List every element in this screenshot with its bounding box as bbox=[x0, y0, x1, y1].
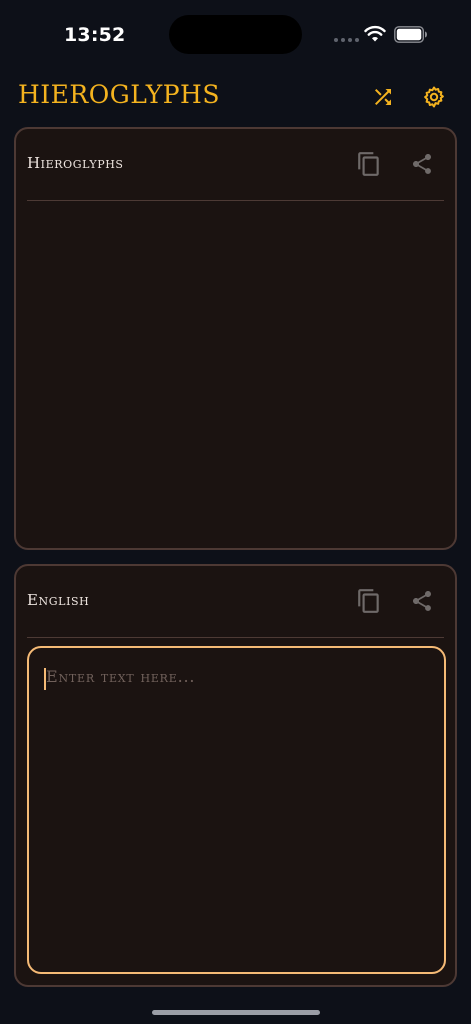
hieroglyphs-panel-header: Hieroglyphs bbox=[16, 129, 455, 201]
english-panel-header: English bbox=[16, 566, 455, 638]
cellular-signal-icon bbox=[334, 38, 359, 42]
share-icon bbox=[413, 154, 431, 174]
home-indicator[interactable] bbox=[152, 1010, 320, 1015]
hieroglyphs-panel: Hieroglyphs bbox=[14, 127, 457, 550]
panel-divider bbox=[27, 637, 444, 638]
hieroglyphs-label: Hieroglyphs bbox=[27, 154, 124, 172]
input-placeholder: Enter text here... bbox=[46, 667, 196, 686]
status-time: 13:52 bbox=[64, 24, 126, 46]
shuffle-icon bbox=[375, 89, 391, 105]
app-title: HIEROGLYPHS bbox=[18, 80, 220, 109]
status-bar: 13:52 bbox=[0, 0, 471, 70]
panel-divider bbox=[27, 200, 444, 201]
copy-icon bbox=[358, 152, 379, 176]
english-label: English bbox=[27, 591, 90, 609]
settings-button[interactable] bbox=[421, 84, 447, 110]
copy-icon bbox=[358, 589, 379, 613]
share-english-button[interactable] bbox=[407, 586, 437, 616]
app-header: HIEROGLYPHS bbox=[0, 74, 471, 120]
battery-icon bbox=[394, 26, 427, 43]
shuffle-button[interactable] bbox=[370, 84, 396, 110]
dynamic-island bbox=[169, 15, 302, 54]
share-icon bbox=[413, 591, 431, 611]
share-hieroglyphs-button[interactable] bbox=[407, 149, 437, 179]
app-screen: 13:52 HIEROGLYPHS Hieroglyphs English En… bbox=[0, 0, 471, 1024]
copy-english-button[interactable] bbox=[354, 586, 384, 616]
hieroglyphs-output bbox=[27, 209, 444, 537]
wifi-icon bbox=[364, 25, 386, 42]
english-panel: English Enter text here... bbox=[14, 564, 457, 987]
gear-icon bbox=[424, 86, 444, 108]
copy-hieroglyphs-button[interactable] bbox=[354, 149, 384, 179]
english-text-input[interactable]: Enter text here... bbox=[27, 646, 446, 974]
